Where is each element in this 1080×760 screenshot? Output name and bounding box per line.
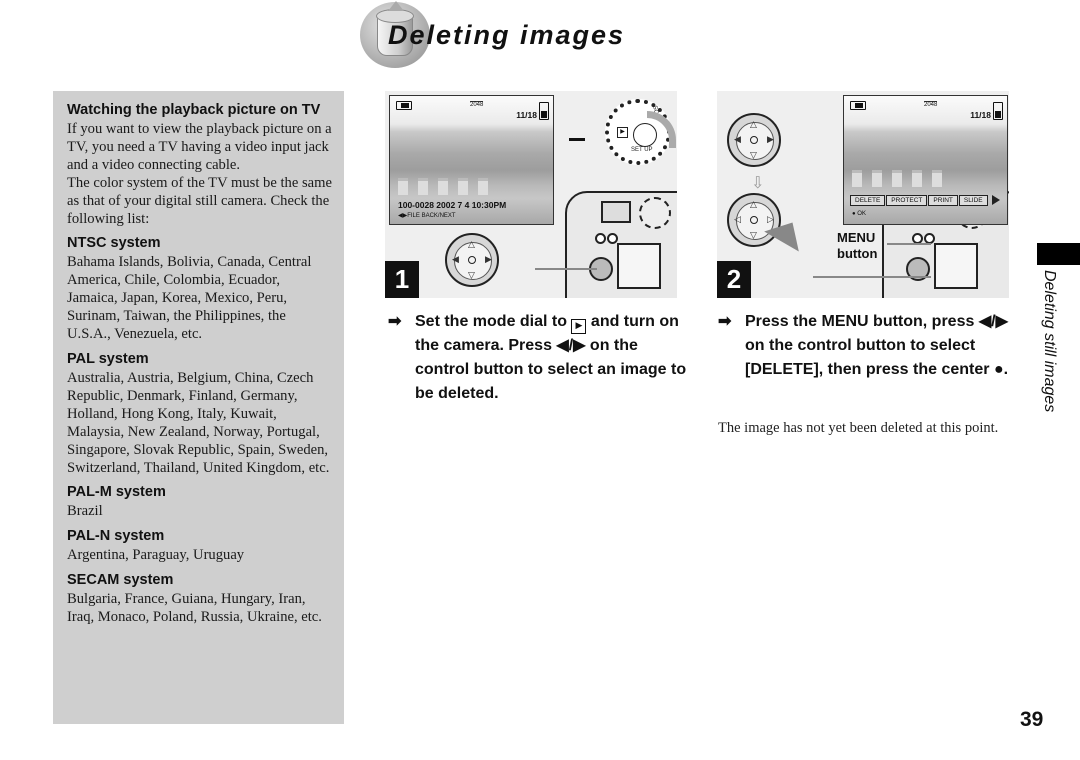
leader-line bbox=[887, 243, 931, 245]
section-tab-marker bbox=[1037, 243, 1080, 265]
step-number-badge: 1 bbox=[385, 261, 419, 298]
system-countries-pal: Australia, Austria, Belgium, China, Czec… bbox=[67, 369, 330, 476]
image-count: 11/18 bbox=[970, 110, 991, 120]
battery-icon bbox=[850, 101, 866, 110]
landscape-photo bbox=[398, 178, 538, 198]
system-countries-pal-n: Argentina, Paraguay, Uruguay bbox=[67, 547, 245, 564]
file-info: 100-0028 2002 7 4 10:30PM bbox=[398, 200, 507, 210]
control-button-illustration: △ ▽ ◀ ▶ bbox=[445, 233, 499, 287]
section-side-label-text: Deleting still images bbox=[1041, 270, 1058, 413]
step1-instruction: ➡ Set the mode dial to ▶ and turn on the… bbox=[388, 310, 688, 406]
lcd-menu-bar: DELETE PROTECT PRINT SLIDE bbox=[850, 195, 1000, 206]
system-heading-ntsc: NTSC system bbox=[67, 235, 161, 252]
play-mode-icon: ▶ bbox=[571, 319, 587, 334]
battery-icon bbox=[396, 101, 412, 110]
menu-item-print: PRINT bbox=[928, 195, 958, 206]
step2-illustration: 2048 11/18 DELETE PROTECT PRINT SLIDE ● … bbox=[717, 91, 1009, 298]
sidebar-intro-1: If you want to view the playback picture… bbox=[67, 121, 332, 173]
sidebar-intro-2: The color system of the TV must be the s… bbox=[67, 174, 332, 227]
memory-card-icon bbox=[539, 102, 549, 120]
image-count: 11/18 bbox=[516, 110, 537, 120]
page-title: Deleting images bbox=[388, 20, 626, 50]
section-side-label: Deleting still images bbox=[1036, 270, 1060, 450]
menu-button-callout: MENU button bbox=[837, 230, 877, 262]
step2-instruction: ➡ Press the MENU button, press ◀/▶ on th… bbox=[718, 310, 1018, 382]
camera-body bbox=[565, 191, 677, 298]
system-countries-ntsc: Bahama Islands, Bolivia, Canada, Central… bbox=[67, 254, 312, 343]
system-heading-pal-n: PAL-N system bbox=[67, 528, 165, 545]
step1-text-part1: Set the mode dial to bbox=[415, 313, 572, 330]
page-header: Deleting images bbox=[358, 0, 658, 70]
tv-playback-sidebar: Watching the playback picture on TV If y… bbox=[53, 91, 344, 724]
play-mode-icon: ▶ bbox=[617, 127, 628, 138]
system-heading-secam: SECAM system bbox=[67, 572, 174, 589]
control-button-illustration: △ ▽ ◀ ▶ bbox=[727, 113, 781, 167]
system-heading-pal-m: PAL-M system bbox=[67, 484, 166, 501]
page-number: 39 bbox=[1020, 708, 1044, 731]
step2-text: Press the MENU button, press ◀/▶ on the … bbox=[745, 313, 1009, 378]
leader-line bbox=[535, 268, 597, 270]
arrow-right-icon: ➡ bbox=[388, 313, 402, 330]
ok-hint: ● OK bbox=[852, 211, 866, 217]
system-countries-secam: Bulgaria, France, Guiana, Hungary, Iran,… bbox=[67, 591, 322, 626]
nav-hint: ◀▶FILE BACK/NEXT bbox=[398, 213, 456, 219]
menu-item-slide: SLIDE bbox=[958, 195, 988, 206]
rotate-arrow-icon bbox=[647, 111, 676, 148]
down-arrow-icon: ⇩ bbox=[751, 173, 765, 192]
more-arrow-icon bbox=[991, 195, 1000, 205]
system-countries-pal-m: Brazil bbox=[67, 503, 103, 520]
callout-line-2: button bbox=[837, 246, 878, 261]
memory-card-icon bbox=[993, 102, 1003, 120]
system-heading-pal: PAL system bbox=[67, 350, 149, 367]
press-arrow-icon bbox=[764, 212, 810, 252]
image-size-indicator: 2048 bbox=[924, 101, 938, 108]
leader-line bbox=[813, 276, 931, 278]
menu-item-protect: PROTECT bbox=[886, 195, 928, 206]
dial-index-mark bbox=[569, 138, 585, 141]
lcd-screen: 2048 11/18 100-0028 2002 7 4 10:30PM ◀▶F… bbox=[389, 95, 554, 225]
landscape-photo bbox=[852, 170, 992, 190]
step1-illustration: 2048 11/18 100-0028 2002 7 4 10:30PM ◀▶F… bbox=[385, 91, 677, 298]
callout-line-1: MENU bbox=[837, 230, 876, 245]
step-number-badge: 2 bbox=[717, 261, 751, 298]
sidebar-heading: Watching the playback picture on TV bbox=[67, 102, 321, 118]
lcd-screen: 2048 11/18 DELETE PROTECT PRINT SLIDE ● … bbox=[843, 95, 1008, 225]
menu-item-delete: DELETE bbox=[850, 195, 886, 206]
step2-note: The image has not yet been deleted at th… bbox=[718, 420, 999, 436]
image-size-indicator: 2048 bbox=[470, 101, 484, 108]
arrow-right-icon: ➡ bbox=[718, 313, 732, 330]
